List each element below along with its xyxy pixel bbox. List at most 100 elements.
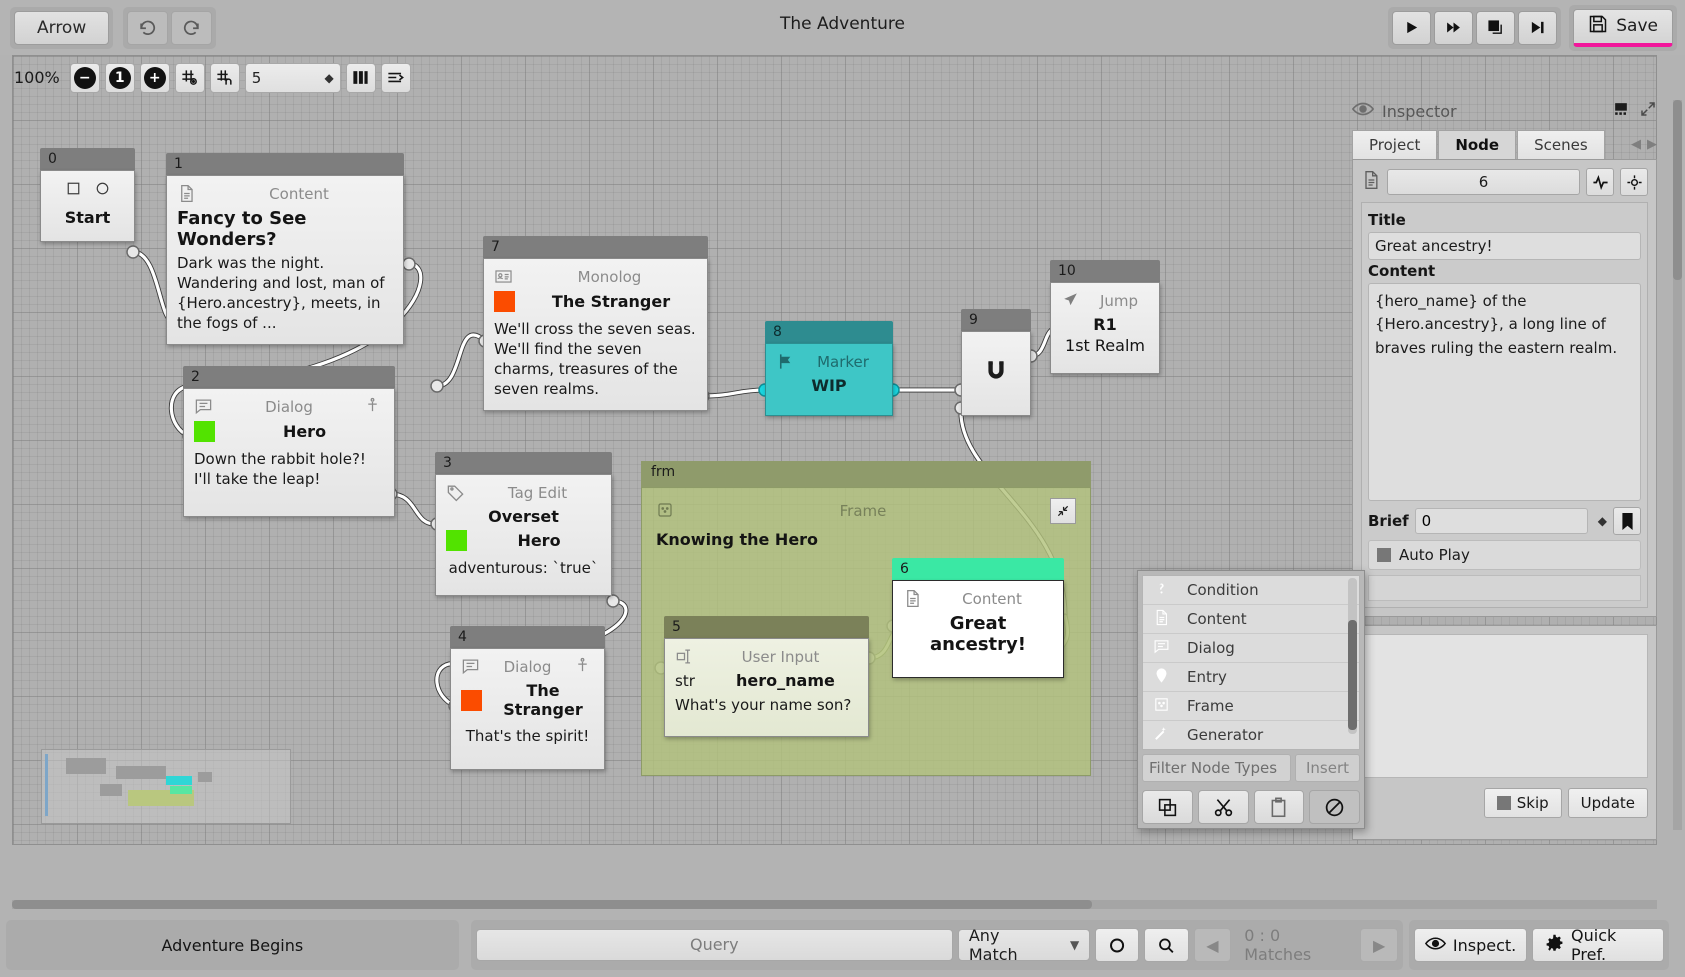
query-input[interactable]: Query: [475, 929, 953, 961]
node-4[interactable]: 4 Dialog The Stranger That's the spirit!: [450, 626, 605, 770]
insert-button[interactable]: Insert: [1294, 754, 1360, 782]
node-4-speaker-color: [461, 689, 482, 711]
node-6[interactable]: 6 Content Great ancestry!: [892, 558, 1064, 678]
skip-checkbox[interactable]: [1496, 796, 1511, 810]
zoom-in-icon[interactable]: +: [139, 62, 170, 93]
vertical-scrollbar[interactable]: [1673, 100, 1682, 830]
node-1[interactable]: 1 Content Fancy to See Wonders? Dark was…: [166, 153, 404, 345]
node-3-type-label: Tag Edit: [507, 484, 568, 502]
grid-magnet-icon[interactable]: [209, 62, 240, 93]
bookmark-icon[interactable]: [1613, 507, 1641, 535]
node-8-type-label: Marker: [817, 353, 869, 371]
update-button[interactable]: Update: [1567, 788, 1648, 818]
node-7[interactable]: 7 Monolog The Stranger We'll cross the s…: [483, 236, 708, 411]
dialog-icon: [1153, 638, 1173, 658]
auto-play-checkbox[interactable]: [1377, 548, 1391, 562]
chevron-down-icon: ▼: [1070, 938, 1080, 952]
inspector-header: Inspector: [1351, 98, 1657, 124]
grid-size-stepper[interactable]: ◆: [325, 71, 334, 85]
node-10-id: 10: [1050, 260, 1160, 282]
mode-button-group: Arrow: [10, 6, 114, 49]
zoom-reset-icon[interactable]: 1: [104, 62, 135, 93]
skip-to-end-icon[interactable]: [1518, 10, 1558, 45]
node-4-speaker: The Stranger: [503, 681, 583, 719]
clipboard-icon[interactable]: [1253, 790, 1305, 824]
skip-button[interactable]: Skip: [1483, 788, 1562, 818]
save-button[interactable]: Save: [1573, 8, 1673, 47]
popup-item-dialog[interactable]: Dialog: [1143, 634, 1359, 663]
popup-item-label: Frame: [1187, 697, 1234, 715]
zoom-out-icon[interactable]: −: [69, 62, 100, 93]
brief-input[interactable]: 0: [1414, 508, 1588, 534]
node-10[interactable]: 10 Jump R1 1st Realm: [1050, 260, 1160, 374]
title-input[interactable]: Great ancestry!: [1368, 232, 1641, 260]
node-2-speaker-color: [194, 421, 215, 442]
chevron-left-icon[interactable]: ◀: [1631, 137, 1641, 152]
arrow-mode-button[interactable]: Arrow: [14, 10, 110, 45]
no-entry-icon[interactable]: [1309, 790, 1360, 824]
popup-item-generator[interactable]: Generator: [1143, 721, 1359, 749]
node-7-type-label: Monolog: [577, 268, 642, 286]
expand-icon[interactable]: [1639, 100, 1657, 122]
inspector-preview-area[interactable]: [1361, 634, 1648, 778]
copy-icon[interactable]: [1142, 790, 1193, 824]
popup-item-content[interactable]: Content: [1143, 605, 1359, 634]
step-over-icon[interactable]: [1476, 10, 1516, 45]
pulse-icon[interactable]: [1586, 168, 1614, 196]
next-match-button[interactable]: ▶: [1360, 928, 1399, 962]
prev-match-button[interactable]: ◀: [1193, 928, 1232, 962]
filter-node-types-input[interactable]: Filter Node Types: [1142, 754, 1291, 782]
popup-item-entry[interactable]: Entry: [1143, 663, 1359, 692]
brief-stepper[interactable]: ◆: [1598, 514, 1607, 528]
node-2-text: Down the rabbit hole?! I'll take the lea…: [194, 450, 366, 488]
node-0[interactable]: 0 Start: [40, 148, 135, 242]
horizontal-scrollbar[interactable]: [12, 900, 1657, 909]
node-0-icons: [49, 181, 126, 200]
undo-icon[interactable]: [127, 10, 169, 45]
node-2[interactable]: 2 Dialog Hero Down the rabbit hole?! I'l…: [183, 366, 395, 517]
popup-item-condition[interactable]: Condition: [1143, 576, 1359, 605]
monolog-icon: [494, 267, 514, 287]
flag-icon: [776, 352, 796, 372]
minimap[interactable]: [41, 749, 291, 824]
extra-field-row[interactable]: [1368, 575, 1641, 601]
node-3[interactable]: 3 Tag Edit Overset Hero adventurous: `tr…: [435, 452, 612, 596]
tab-node[interactable]: Node: [1438, 130, 1517, 159]
pin-icon[interactable]: [1611, 101, 1631, 121]
chevron-right-icon[interactable]: ▶: [1647, 137, 1657, 152]
search-icon[interactable]: [1144, 928, 1189, 962]
match-mode-select[interactable]: Any Match ▼: [957, 926, 1091, 964]
auto-play-row[interactable]: Auto Play: [1368, 540, 1641, 570]
popup-item-label: Content: [1187, 610, 1247, 628]
tab-scenes[interactable]: Scenes: [1517, 130, 1605, 159]
inspect-button[interactable]: Inspect.: [1414, 928, 1528, 962]
node-5[interactable]: 5 User Input str hero_name What's your n…: [664, 616, 869, 737]
node-id-field[interactable]: 6: [1387, 169, 1580, 195]
quick-pref-button[interactable]: Quick Pref.: [1532, 926, 1664, 964]
collapse-icon[interactable]: [1050, 498, 1076, 524]
node-8[interactable]: 8 Marker WIP: [765, 321, 893, 416]
content-textarea[interactable]: {hero_name} of the {Hero.ancestry}, a lo…: [1368, 283, 1641, 501]
grid-snap-icon[interactable]: [174, 62, 205, 93]
node-9[interactable]: 9: [961, 309, 1031, 416]
redo-icon[interactable]: [171, 10, 213, 45]
node-8-title: WIP: [811, 376, 847, 395]
fast-forward-icon[interactable]: [1434, 10, 1474, 45]
grid-size-input[interactable]: 5 ◆: [244, 62, 341, 93]
popup-scrollbar[interactable]: [1348, 578, 1357, 734]
grid-size-value: 5: [251, 68, 262, 87]
node-6-type-row: Content: [903, 589, 1053, 609]
align-icon[interactable]: [380, 62, 411, 93]
columns-icon[interactable]: [345, 62, 376, 93]
circle-outline-icon[interactable]: [1095, 928, 1140, 962]
node-5-type-label: User Input: [741, 648, 820, 666]
user-input-icon: [675, 647, 695, 667]
frame-type-label: Frame: [839, 502, 887, 520]
tab-project[interactable]: Project: [1352, 130, 1438, 159]
target-icon[interactable]: [1620, 168, 1648, 196]
popup-item-frame[interactable]: Frame: [1143, 692, 1359, 721]
node-3-id: 3: [435, 452, 612, 474]
play-icon[interactable]: [1392, 10, 1432, 45]
scissors-icon[interactable]: [1197, 790, 1249, 824]
popup-item-label: Entry: [1187, 668, 1227, 686]
